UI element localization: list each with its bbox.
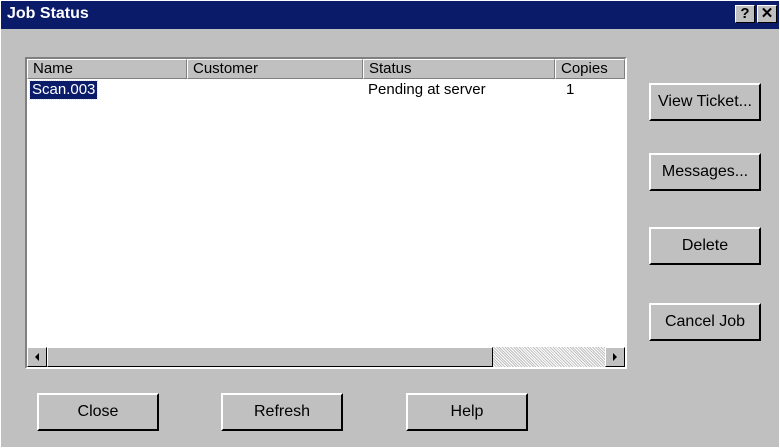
close-button[interactable]: Close [37,393,159,431]
scroll-track[interactable] [493,347,605,367]
arrow-left-icon [35,353,39,361]
job-status-cell: Pending at server [368,81,486,98]
messages-button[interactable]: Messages... [649,153,761,191]
column-header-status[interactable]: Status [363,59,555,79]
arrow-right-icon [613,353,617,361]
cancel-job-button[interactable]: Cancel Job [649,303,761,341]
help-question-button[interactable]: ? [735,5,755,23]
refresh-button[interactable]: Refresh [221,393,343,431]
scroll-left-button[interactable] [27,347,47,367]
delete-button[interactable]: Delete [649,227,761,265]
job-copies-cell: 1 [566,81,575,98]
window-title: Job Status [7,5,89,22]
job-status-dialog: Job Status ? ✕ Name Customer Status Copi… [0,0,780,448]
horizontal-scrollbar[interactable] [27,347,625,367]
scroll-right-button[interactable] [605,347,625,367]
close-window-button[interactable]: ✕ [757,5,777,23]
view-ticket-button[interactable]: View Ticket... [649,83,761,121]
title-bar[interactable]: Job Status ? ✕ [1,1,779,29]
column-header-copies[interactable]: Copies [555,59,625,79]
job-name-cell[interactable]: Scan.003 [28,80,99,100]
scroll-thumb[interactable] [47,347,493,367]
column-header-customer[interactable]: Customer [187,59,363,79]
column-header-name[interactable]: Name [27,59,187,79]
job-list[interactable]: Name Customer Status Copies Scan.003 Pen… [25,57,627,369]
help-button[interactable]: Help [406,393,528,431]
